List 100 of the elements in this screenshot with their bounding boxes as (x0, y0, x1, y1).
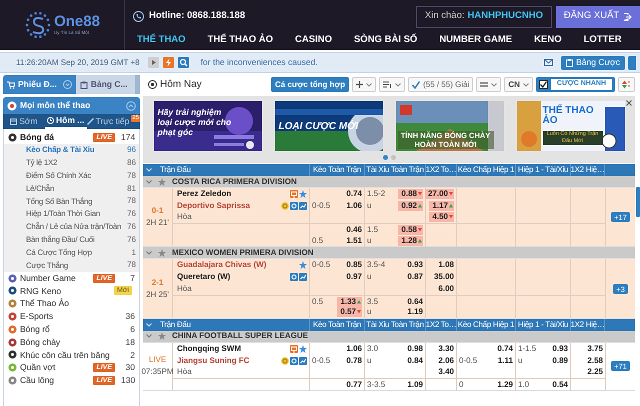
odds-value[interactable]: 0.87 (407, 271, 423, 284)
sort-button[interactable] (379, 77, 406, 92)
language-button[interactable]: CN (504, 77, 533, 92)
star-icon[interactable] (299, 344, 307, 353)
banner[interactable]: LOẠI CƯỢC MỚI (274, 101, 382, 151)
odds-value[interactable]: 1.51 (346, 234, 362, 247)
league-filter-button[interactable]: (55 / 55) Giải (408, 77, 474, 92)
odds-value[interactable]: 0.78 (346, 354, 362, 367)
odds-value[interactable]: 1.06 (346, 200, 362, 212)
nav-link[interactable]: THỂ THAO ẢO (208, 33, 274, 48)
chevron-down-icon[interactable] (146, 322, 152, 327)
star-icon[interactable] (158, 248, 166, 257)
odds-change-button[interactable] (618, 77, 635, 92)
nav-link[interactable]: THỂ THAO (137, 33, 186, 48)
odds-value[interactable]: 0.93 (552, 342, 568, 355)
odds-value[interactable]: 0.74 (497, 342, 513, 355)
odds-value[interactable]: 1.29 (497, 378, 513, 391)
odds-value[interactable]: 1.09 (407, 378, 423, 391)
clock-text: 11:26:20AM Sep 20, 2019 GMT +8 (16, 56, 140, 68)
odds-value[interactable]: 35.00 (434, 271, 454, 284)
subtab[interactable]: Hôm ... (44, 114, 87, 129)
sport-name: Thể Thao Ảo (20, 297, 69, 310)
odds-value[interactable]: 0.89 (552, 354, 568, 367)
column-header: Kèo Chấp Hiệp 1 (458, 318, 514, 331)
odds-cell[interactable]: 0.88 (398, 189, 423, 199)
nav-link[interactable]: SÒNG BÀI SỐ (354, 33, 418, 48)
odds-value: 0.57 (340, 306, 356, 318)
line-value: u (367, 200, 372, 212)
odds-value[interactable]: 0.64 (407, 296, 423, 308)
count-text: 2 (129, 348, 135, 362)
plus-icon (356, 81, 364, 88)
odds-cell[interactable]: 0.92 (398, 200, 423, 211)
odds-value[interactable]: 3.30 (438, 342, 454, 355)
odds-cell[interactable]: 4.50 (429, 212, 454, 222)
close-icon[interactable] (626, 100, 632, 106)
odds-value[interactable]: 1.08 (438, 259, 454, 272)
odds-value[interactable]: 0.93 (407, 259, 423, 272)
coin-icon (281, 356, 289, 365)
star-icon[interactable] (158, 178, 166, 186)
collapse-icon[interactable] (126, 100, 136, 110)
banner[interactable]: Hãy trải nghiệm loại cược mới cho phạt góc (154, 101, 262, 151)
star-icon[interactable] (299, 261, 307, 270)
view-button[interactable] (476, 77, 502, 92)
nav-link[interactable]: CASINO (295, 33, 332, 48)
quick-bet-checkbox[interactable] (538, 80, 548, 89)
nav-link[interactable]: LOTTER (584, 33, 622, 48)
odds-value[interactable]: 0.54 (552, 378, 568, 391)
toolbar-button[interactable] (628, 56, 636, 70)
odds-value[interactable]: 0.97 (346, 271, 362, 284)
up-down-arrows-icon (622, 80, 631, 89)
odds-value[interactable]: 0.84 (407, 354, 423, 367)
mail-icon[interactable] (544, 59, 554, 66)
odds-cell[interactable]: 1.28 (398, 236, 423, 246)
star-icon[interactable] (299, 190, 307, 198)
chevron-down-icon[interactable] (146, 168, 152, 172)
league-header[interactable]: CHINA FOOTBALL SUPER LEAGUE (143, 330, 635, 343)
play-icon[interactable] (148, 57, 159, 68)
count-text: 18 (124, 336, 135, 349)
nav-link[interactable]: NUMBER GAME (439, 33, 512, 48)
search-icon[interactable] (178, 57, 189, 68)
lightning-icon[interactable] (162, 57, 174, 68)
subtab[interactable]: Sớm (3, 114, 45, 129)
bet-list-button[interactable]: Bảng Cược (561, 56, 625, 70)
combo-bet-button[interactable]: Cá cược tổng hợp (271, 77, 350, 92)
add-button[interactable] (352, 77, 376, 92)
sidebar-tab[interactable]: Phiếu Đ... (3, 75, 76, 94)
money-icon (290, 273, 298, 282)
league-header[interactable]: MEXICO WOMEN PRIMERA DIVISION (143, 247, 635, 260)
odds-value[interactable]: 0.77 (346, 378, 362, 391)
line-value: 1-1.5 (518, 342, 536, 355)
odds-value: 4.50 (432, 211, 448, 224)
scrollbar-thumb[interactable] (636, 187, 640, 217)
odds-value[interactable]: 6.00 (438, 282, 454, 295)
odds-value[interactable]: 2.58 (587, 354, 603, 367)
sport-name: Bóng rổ (20, 322, 50, 336)
column-header: Tài Xỉu Toàn Trận (366, 318, 424, 331)
odds-cell[interactable]: 1.17 (429, 200, 454, 211)
odds-cell[interactable]: 0.58 (398, 225, 423, 236)
star-icon[interactable] (158, 332, 166, 340)
line-value: 3.5-4 (367, 259, 386, 272)
line-value: 0 (459, 378, 464, 391)
odds-value[interactable]: 2.25 (587, 366, 603, 378)
odds-value[interactable]: 2.06 (438, 354, 454, 367)
odds-cell[interactable]: 0.57 (337, 307, 362, 318)
odds-value[interactable]: 3.75 (587, 342, 603, 355)
odds-cell[interactable]: 1.33 (337, 296, 362, 306)
odds-value[interactable]: 1.19 (407, 306, 423, 318)
odds-value[interactable]: 0.98 (407, 342, 423, 355)
odds-value[interactable]: 0.46 (346, 224, 362, 236)
check-icon (412, 80, 420, 88)
nav-link[interactable]: KENO (534, 33, 562, 48)
odds-value[interactable]: 1.06 (346, 342, 362, 355)
odds-value[interactable]: 0.85 (346, 259, 362, 272)
league-header[interactable]: COSTA RICA PRIMERA DIVISION (143, 176, 635, 188)
sidebar-tab[interactable]: Bảng C... (76, 75, 135, 94)
logout-button[interactable]: ĐĂNG XUẤT (556, 6, 640, 28)
odds-value[interactable]: 1.11 (498, 354, 513, 367)
odds-value[interactable]: 0.74 (346, 188, 362, 200)
odds-cell[interactable]: 27.00 (424, 189, 454, 199)
odds-value[interactable]: 3.40 (438, 366, 454, 378)
